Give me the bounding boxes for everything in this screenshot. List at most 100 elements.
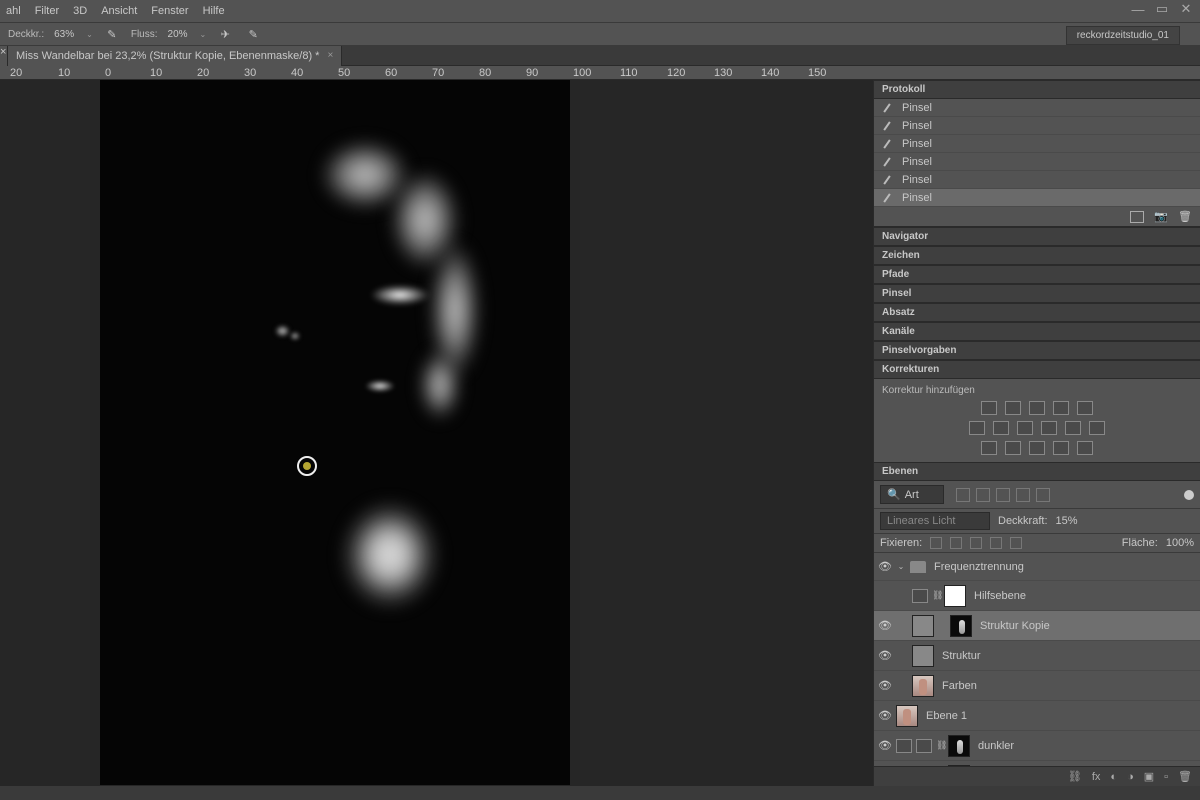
flow-value[interactable]: 20% — [168, 29, 188, 40]
fill-value[interactable]: 100% — [1166, 537, 1194, 549]
menu-item[interactable]: Hilfe — [203, 5, 225, 17]
mask-thumbnail[interactable] — [944, 585, 966, 607]
filter-shape-icon[interactable] — [1016, 488, 1030, 502]
panel-tab[interactable]: Zeichen — [874, 246, 1200, 265]
canvas[interactable] — [0, 80, 873, 786]
adj-levels-icon[interactable] — [1005, 401, 1021, 415]
mask-link-icon[interactable]: ⛓ — [932, 590, 940, 601]
lock-position-icon[interactable] — [970, 537, 982, 549]
lock-transparency-icon[interactable] — [930, 537, 942, 549]
layer-thumbnail[interactable] — [912, 675, 934, 697]
menu-item[interactable]: Ansicht — [101, 5, 137, 17]
link-layers-icon[interactable]: ⛓ — [1068, 770, 1082, 783]
adj-posterize-icon[interactable] — [1005, 441, 1021, 455]
layer-group[interactable]: 👁 ⌄ Frequenztrennung — [874, 553, 1200, 581]
visibility-icon[interactable]: 👁 — [878, 619, 892, 633]
filter-smart-icon[interactable] — [1036, 488, 1050, 502]
mask-thumbnail[interactable] — [950, 615, 972, 637]
workspace-switcher[interactable]: reckordzeitstudio_01 — [1066, 26, 1180, 45]
mask-link-icon[interactable]: ⛓ — [936, 740, 944, 751]
trash-icon[interactable]: 🗑 — [1178, 210, 1192, 223]
panel-tab[interactable]: Navigator — [874, 227, 1200, 246]
new-group-icon[interactable]: ▣ — [1144, 770, 1154, 783]
document-tab[interactable]: Miss Wandelbar bei 23,2% (Struktur Kopie… — [8, 46, 342, 66]
adj-exposure-icon[interactable] — [1053, 401, 1069, 415]
new-adjustment-icon[interactable]: ◑ — [1127, 771, 1134, 783]
layer-item[interactable]: 👁 Struktur — [874, 641, 1200, 671]
chevron-down-icon[interactable]: ⌄ — [200, 30, 207, 39]
artboard[interactable] — [100, 80, 570, 785]
maximize-icon[interactable]: ▭ — [1154, 2, 1170, 16]
panel-tab[interactable]: Korrekturen — [874, 360, 1200, 379]
layer-item[interactable]: 👁 Struktur Kopie — [874, 611, 1200, 641]
visibility-icon[interactable] — [878, 589, 892, 603]
layer-item[interactable]: 👁 Ebene 1 — [874, 701, 1200, 731]
filter-adjust-icon[interactable] — [976, 488, 990, 502]
layer-name[interactable]: Ebene 1 — [926, 710, 967, 722]
lock-all-icon[interactable] — [1010, 537, 1022, 549]
layer-item[interactable]: ⛓ Hilfsebene — [874, 581, 1200, 611]
tab-prefix[interactable]: × — [0, 46, 8, 66]
add-mask-icon[interactable]: ◐ — [1110, 771, 1117, 783]
adj-invert-icon[interactable] — [981, 441, 997, 455]
disclosure-icon[interactable]: ⌄ — [896, 562, 906, 571]
snapshot-icon[interactable]: 📷 — [1154, 210, 1168, 223]
adj-brightness-icon[interactable] — [981, 401, 997, 415]
history-item[interactable]: Pinsel — [874, 99, 1200, 117]
panel-tab[interactable]: Kanäle — [874, 322, 1200, 341]
adj-selectivecolor-icon[interactable] — [1077, 441, 1093, 455]
adj-hue-icon[interactable] — [969, 421, 985, 435]
chevron-down-icon[interactable]: ⌄ — [86, 30, 93, 39]
history-item[interactable]: Pinsel — [874, 171, 1200, 189]
fx-icon[interactable]: fx — [1092, 771, 1101, 783]
menu-item[interactable]: Filter — [35, 5, 59, 17]
adj-colorlookup-icon[interactable] — [1089, 421, 1105, 435]
mask-thumbnail[interactable] — [948, 735, 970, 757]
opacity-value[interactable]: 63% — [54, 29, 74, 40]
layer-opacity-value[interactable]: 15% — [1056, 515, 1078, 527]
layer-thumbnail[interactable] — [912, 645, 934, 667]
layer-name[interactable]: Hilfsebene — [974, 590, 1026, 602]
filter-type-icon[interactable] — [996, 488, 1010, 502]
minimize-icon[interactable]: — — [1130, 2, 1146, 16]
layer-name[interactable]: Struktur Kopie — [980, 620, 1050, 632]
panel-tab[interactable]: Pinsel — [874, 284, 1200, 303]
layer-thumbnail[interactable] — [912, 615, 934, 637]
filter-pixel-icon[interactable] — [956, 488, 970, 502]
visibility-icon[interactable]: 👁 — [878, 679, 892, 693]
pressure-opacity-icon[interactable]: ✎ — [103, 25, 121, 43]
history-item[interactable]: Pinsel — [874, 153, 1200, 171]
visibility-icon[interactable]: 👁 — [878, 649, 892, 663]
history-item[interactable]: Pinsel — [874, 189, 1200, 207]
airbrush-icon[interactable]: ✈ — [216, 25, 234, 43]
panel-tab[interactable]: Absatz — [874, 303, 1200, 322]
history-item[interactable]: Pinsel — [874, 117, 1200, 135]
layer-filter-kind[interactable]: 🔍 Art — [880, 485, 944, 504]
close-tab-icon[interactable]: × — [327, 50, 333, 61]
layer-thumbnail[interactable] — [896, 705, 918, 727]
close-icon[interactable]: ✕ — [1178, 2, 1194, 16]
new-layer-icon[interactable]: ▫ — [1164, 771, 1168, 783]
layer-item[interactable]: 👁⛓dunkler — [874, 731, 1200, 761]
adj-threshold-icon[interactable] — [1029, 441, 1045, 455]
panel-tab[interactable]: Pfade — [874, 265, 1200, 284]
layer-name[interactable]: Frequenztrennung — [934, 561, 1024, 573]
visibility-icon[interactable]: 👁 — [878, 709, 892, 723]
layer-name[interactable]: Struktur — [942, 650, 981, 662]
panel-tab[interactable]: Pinselvorgaben — [874, 341, 1200, 360]
adj-curves-icon[interactable] — [1029, 401, 1045, 415]
pressure-size-icon[interactable]: ✎ — [244, 25, 262, 43]
layers-panel-header[interactable]: Ebenen — [874, 462, 1200, 481]
history-panel-header[interactable]: Protokoll — [874, 80, 1200, 99]
filter-toggle[interactable] — [1184, 490, 1194, 500]
lock-pixels-icon[interactable] — [950, 537, 962, 549]
create-document-icon[interactable] — [1130, 211, 1144, 223]
delete-layer-icon[interactable]: 🗑 — [1178, 770, 1192, 783]
visibility-icon[interactable]: 👁 — [878, 560, 892, 574]
layer-name[interactable]: dunkler — [978, 740, 1014, 752]
layer-name[interactable]: Farben — [942, 680, 977, 692]
adj-photofilter-icon[interactable] — [1041, 421, 1057, 435]
blend-mode-select[interactable]: Lineares Licht — [880, 512, 990, 530]
adj-bw-icon[interactable] — [1017, 421, 1033, 435]
mask-thumbnail[interactable] — [948, 765, 970, 767]
